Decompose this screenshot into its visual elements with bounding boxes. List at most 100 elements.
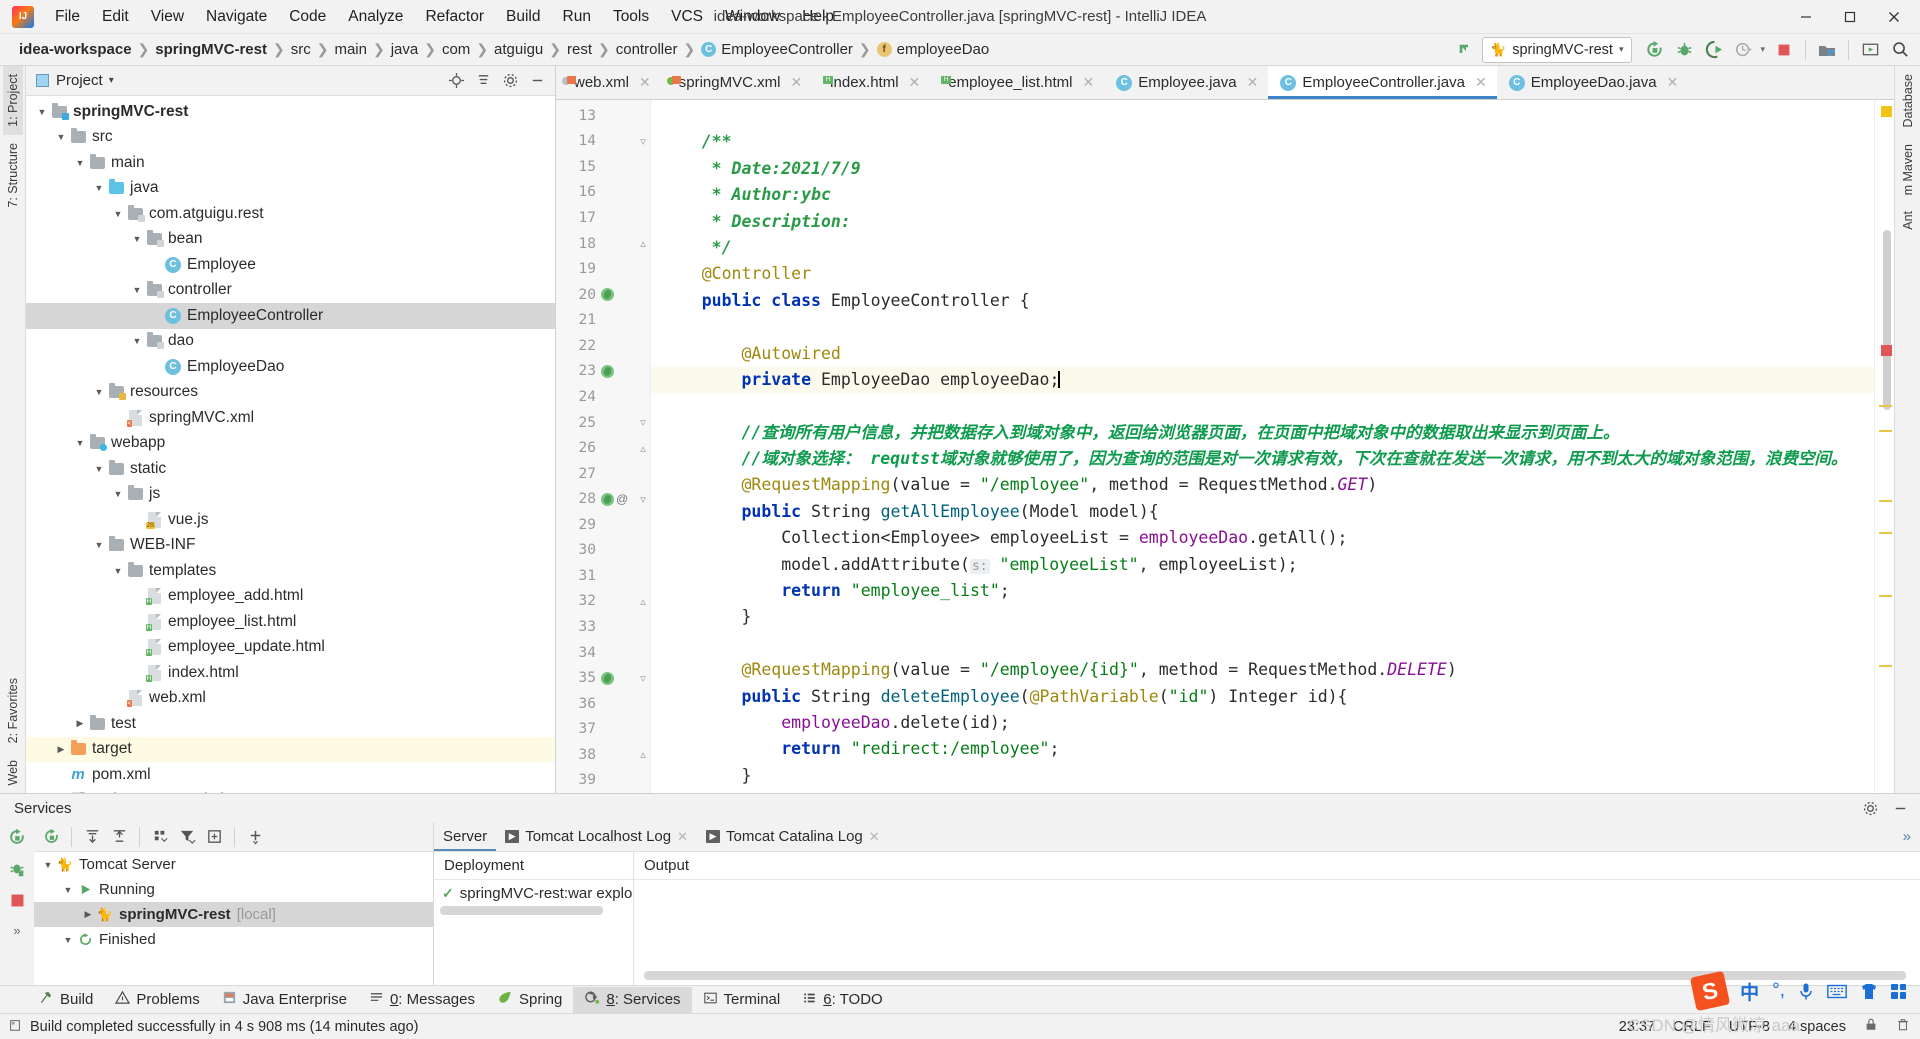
- menu-run[interactable]: Run: [552, 5, 602, 29]
- gutter-line-13[interactable]: 13: [556, 103, 650, 129]
- fold-collapse-icon[interactable]: ▿: [638, 673, 649, 685]
- gutter-line-20[interactable]: 20: [556, 282, 650, 308]
- settings-icon[interactable]: [498, 69, 522, 93]
- spring-bean-icon[interactable]: [601, 492, 614, 506]
- gutter-line-24[interactable]: 24: [556, 384, 650, 410]
- chevron-down-icon[interactable]: ▼: [91, 540, 107, 550]
- status-trash-icon[interactable]: [1896, 1017, 1910, 1036]
- rerun-icon[interactable]: [8, 828, 26, 851]
- breadcrumb-item-com[interactable]: com: [437, 40, 475, 59]
- code-line-30[interactable]: model.addAttribute(s: "employeeList", em…: [651, 552, 1874, 578]
- fold-end-icon[interactable]: ▵: [638, 596, 649, 608]
- chevron-right-icon[interactable]: ▶: [53, 744, 69, 755]
- marker-error[interactable]: [1881, 345, 1892, 356]
- deployment-hscrollbar[interactable]: [440, 906, 603, 915]
- gutter-line-39[interactable]: 39: [556, 768, 650, 793]
- gutter-line-30[interactable]: 30: [556, 538, 650, 564]
- bottom-tab-6-todo[interactable]: 6: TODO: [791, 987, 893, 1013]
- code-line-19[interactable]: @Controller: [651, 261, 1874, 287]
- menu-edit[interactable]: Edit: [91, 5, 140, 29]
- code-line-23[interactable]: private EmployeeDao employeeDao;: [651, 366, 1874, 394]
- services-tabs-overflow[interactable]: »: [1894, 822, 1920, 851]
- tree-node-index-html[interactable]: Hindex.html: [26, 660, 555, 686]
- services-node-springmvc-rest[interactable]: ▶ 🐈 springMVC-rest [local]: [34, 902, 433, 927]
- marker-line[interactable]: [1879, 532, 1892, 534]
- chevron-down-icon[interactable]: ▼: [60, 935, 76, 945]
- tree-node-employee-list-html[interactable]: Hemployee_list.html: [26, 609, 555, 635]
- editor-gutter[interactable]: 13 14 ▿ 15 16 17 18 ▵ 19 20 21 22 23 24 25 ▿ 26 ▵ 27 28 @ ▿ 29…: [556, 100, 651, 793]
- chevron-down-icon[interactable]: ▼: [72, 438, 88, 448]
- code-line-18[interactable]: */: [651, 235, 1874, 261]
- chevron-down-icon[interactable]: ▼: [53, 132, 69, 142]
- chevron-down-icon[interactable]: ▼: [110, 489, 126, 499]
- sidebar-item-web[interactable]: Web: [3, 752, 23, 793]
- breadcrumb-item-idea-workspace[interactable]: idea-workspace: [14, 40, 137, 59]
- sidebar-item-ant[interactable]: Ant: [1898, 203, 1918, 238]
- code-line-16[interactable]: * Author:ybc: [651, 182, 1874, 208]
- breadcrumb-item-main[interactable]: main: [329, 40, 372, 59]
- editor-scrollbar-thumb[interactable]: [1883, 230, 1891, 410]
- gutter-line-25[interactable]: 25 ▿: [556, 410, 650, 436]
- gutter-line-23[interactable]: 23: [556, 359, 650, 385]
- run-with-coverage-icon[interactable]: [1700, 37, 1728, 63]
- chevron-down-icon[interactable]: ▼: [91, 387, 107, 397]
- tree-node-web-inf[interactable]: ▼ WEB-INF: [26, 533, 555, 559]
- hide-icon[interactable]: [525, 69, 549, 93]
- sidebar-item-project[interactable]: 1: Project: [2, 66, 23, 135]
- chevron-down-icon[interactable]: ▼: [34, 107, 50, 117]
- breadcrumb-item-java[interactable]: java: [386, 40, 424, 59]
- add-icon[interactable]: [243, 825, 267, 849]
- marker-warning-top[interactable]: [1881, 106, 1892, 117]
- sidebar-item-favorites[interactable]: 2: Favorites: [3, 670, 23, 751]
- gutter-line-19[interactable]: 19: [556, 256, 650, 282]
- ime-chinese-mode-icon[interactable]: 中: [1740, 978, 1759, 1005]
- close-tab-icon[interactable]: ✕: [907, 74, 923, 91]
- code-line-21[interactable]: [651, 314, 1874, 340]
- tree-node-springmvc-rest[interactable]: ▼ springMVC-rest: [26, 99, 555, 125]
- skin-icon[interactable]: [1860, 983, 1878, 1000]
- locate-icon[interactable]: [444, 69, 468, 93]
- bottom-tab-spring[interactable]: Spring: [486, 987, 573, 1013]
- bottom-tab-build[interactable]: Build: [28, 987, 104, 1013]
- bottom-tab-problems[interactable]: Problems: [104, 987, 210, 1013]
- fold-end-icon[interactable]: ▵: [638, 238, 649, 250]
- annotation-gutter-icon[interactable]: @: [616, 492, 628, 506]
- close-tab-icon[interactable]: ✕: [788, 74, 804, 91]
- code-line-15[interactable]: * Date:2021/7/9: [651, 156, 1874, 182]
- chevron-down-icon[interactable]: ▼: [129, 336, 145, 346]
- tree-node-target[interactable]: ▶ target: [26, 736, 555, 762]
- menu-build[interactable]: Build: [495, 5, 551, 29]
- status-encoding[interactable]: UTF-8: [1729, 1019, 1770, 1035]
- gutter-line-28[interactable]: 28 @ ▿: [556, 486, 650, 512]
- chevron-down-icon[interactable]: ▼: [40, 860, 56, 870]
- code-line-35[interactable]: public String deleteEmployee(@PathVariab…: [651, 684, 1874, 710]
- gutter-line-15[interactable]: 15: [556, 154, 650, 180]
- close-tab-icon[interactable]: ✕: [869, 829, 880, 845]
- tree-node-employee[interactable]: C Employee: [26, 252, 555, 278]
- tree-node-pom-xml[interactable]: m pom.xml: [26, 762, 555, 788]
- tree-node-src[interactable]: ▼ src: [26, 125, 555, 151]
- close-tab-icon[interactable]: ✕: [677, 829, 688, 845]
- gutter-line-35[interactable]: 35 ▿: [556, 665, 650, 691]
- services-node-running[interactable]: ▼ Running: [34, 877, 433, 902]
- editor-code-content[interactable]: /** * Date:2021/7/9 * Author:ybc * Descr…: [651, 100, 1874, 793]
- services-tab-tomcat-localhost-log[interactable]: ▶ Tomcat Localhost Log ✕: [496, 822, 697, 851]
- rerun-icon[interactable]: [39, 825, 63, 849]
- editor-tab-employeedao-java[interactable]: C EmployeeDao.java ✕: [1497, 66, 1689, 99]
- close-tab-icon[interactable]: ✕: [1245, 74, 1261, 91]
- close-tab-icon[interactable]: ✕: [1473, 74, 1489, 91]
- stop-icon[interactable]: [1770, 37, 1798, 63]
- tree-node-static[interactable]: ▼ static: [26, 456, 555, 482]
- status-indent[interactable]: 4 spaces: [1788, 1019, 1846, 1035]
- stop-icon[interactable]: [9, 892, 26, 914]
- code-line-32[interactable]: }: [651, 604, 1874, 630]
- open-preview-icon[interactable]: [1856, 37, 1884, 63]
- code-line-17[interactable]: * Description:: [651, 209, 1874, 235]
- code-line-26[interactable]: //域对象选择： requtst域对象就够使用了，因为查询的范围是对一次请求有效…: [651, 446, 1874, 472]
- services-node-tomcat-server[interactable]: ▼ 🐈 Tomcat Server: [34, 852, 433, 877]
- tree-node-js[interactable]: ▼ js: [26, 482, 555, 508]
- breadcrumb-item-employeedao[interactable]: f employeeDao: [872, 40, 995, 59]
- breadcrumb-item-rest[interactable]: rest: [562, 40, 597, 59]
- minimize-button[interactable]: [1784, 1, 1828, 33]
- tree-node-webapp[interactable]: ▼ webapp: [26, 431, 555, 457]
